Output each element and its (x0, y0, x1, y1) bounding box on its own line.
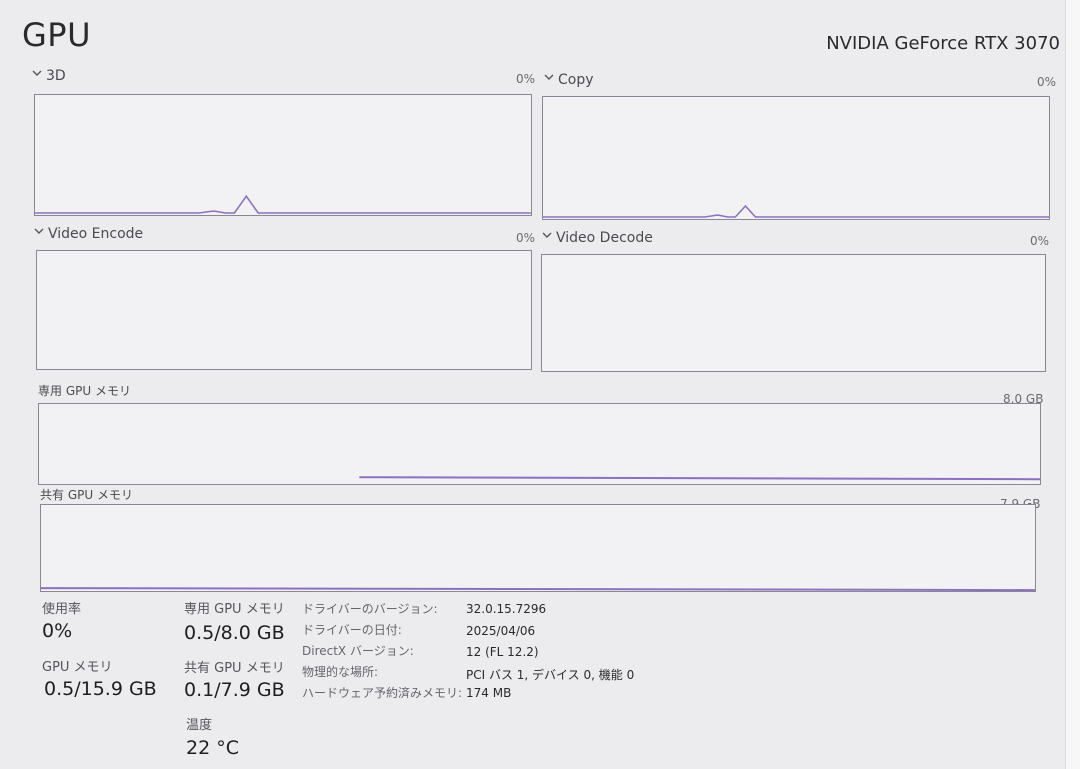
temperature-value: 22 °C (186, 737, 239, 759)
graph-shared-memory (40, 504, 1036, 592)
page-title: GPU (22, 16, 92, 54)
info-key: DirectX バージョン: (302, 644, 414, 658)
gpu-memory-value: 0.5/15.9 GB (44, 678, 157, 700)
info-value: PCI バス 1, デバイス 0, 機能 0 (466, 668, 635, 682)
shared-memory-value: 0.1/7.9 GB (184, 679, 285, 701)
graph-video-encode-label: Video Encode (48, 226, 144, 242)
info-key: ドライバーのバージョン: (302, 602, 438, 616)
chevron-down-icon (542, 232, 552, 238)
graph-video-decode-max: 0% (1030, 234, 1050, 248)
temperature-label: 温度 (186, 718, 213, 733)
chevron-down-icon (34, 228, 44, 234)
graph-3d (34, 94, 532, 216)
graph-copy-line (543, 204, 1049, 218)
info-key: ハードウェア予約済みメモリ: (302, 686, 463, 700)
utilization-label: 使用率 (42, 602, 82, 617)
graph-video-decode (541, 254, 1046, 372)
graph-shared-memory-label: 共有 GPU メモリ (40, 488, 133, 502)
info-value: 32.0.15.7296 (466, 602, 547, 616)
info-key: ドライバーの日付: (302, 623, 402, 637)
shared-memory-label: 共有 GPU メモリ (184, 661, 285, 676)
graph-video-decode-label: Video Decode (556, 230, 653, 246)
gpu-device-name: NVIDIA GeForce RTX 3070 (826, 33, 1060, 54)
graph-3d-line (35, 194, 531, 214)
graph-copy (542, 96, 1050, 220)
chevron-down-icon (544, 74, 554, 80)
chevron-down-icon (32, 70, 42, 76)
graph-video-decode-selector[interactable]: Video Decode (542, 230, 653, 246)
graph-copy-label: Copy (558, 72, 594, 88)
utilization-value: 0% (42, 620, 73, 642)
gpu-memory-label: GPU メモリ (42, 660, 113, 675)
info-value: 2025/04/06 (466, 624, 536, 638)
graph-video-encode-max: 0% (516, 231, 536, 245)
graph-video-encode-selector[interactable]: Video Encode (34, 226, 143, 242)
graph-copy-max: 0% (1037, 75, 1057, 89)
graph-shared-memory-line (41, 587, 1035, 591)
graph-video-encode (36, 250, 532, 370)
graph-3d-selector[interactable]: 3D (32, 68, 66, 84)
graph-3d-max: 0% (516, 72, 536, 86)
info-value: 12 (FL 12.2) (466, 645, 539, 659)
dedicated-memory-label: 専用 GPU メモリ (184, 602, 285, 617)
graph-3d-label: 3D (46, 68, 66, 84)
dedicated-memory-value: 0.5/8.0 GB (184, 622, 285, 644)
graph-dedicated-memory (38, 403, 1041, 485)
graph-dedicated-memory-line (359, 476, 1040, 481)
window-edge (1065, 0, 1080, 769)
info-value: 174 MB (466, 686, 512, 700)
graph-dedicated-memory-label: 専用 GPU メモリ (38, 384, 131, 398)
graph-copy-selector[interactable]: Copy (544, 72, 594, 88)
info-key: 物理的な場所: (302, 665, 379, 679)
